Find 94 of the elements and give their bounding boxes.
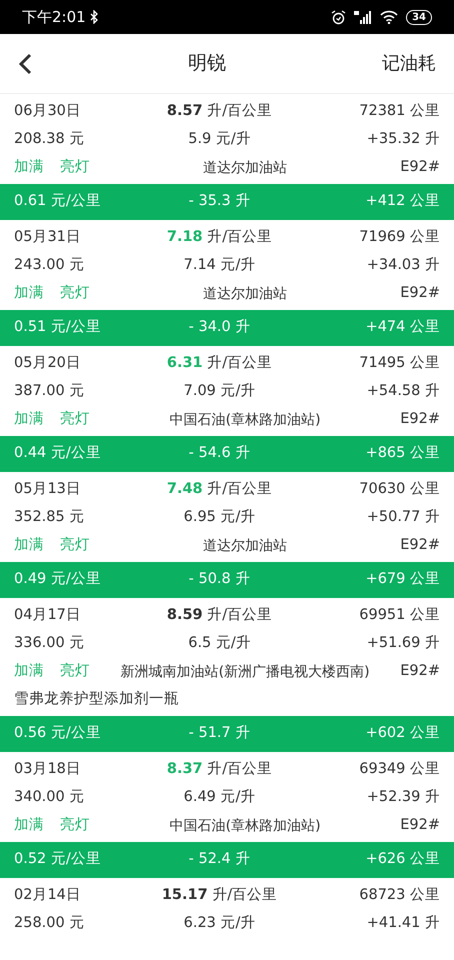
entry-date: 05月13日 xyxy=(14,480,82,500)
distance-text: +865 公里 xyxy=(366,445,440,462)
alarm-icon xyxy=(331,10,346,24)
tag-label: 加满 xyxy=(14,816,44,836)
back-button[interactable] xyxy=(18,52,32,76)
tag-label: 亮灯 xyxy=(60,816,90,836)
tag-label: 亮灯 xyxy=(60,158,90,178)
fuel-added-text: +35.32 升 xyxy=(366,131,440,148)
page-title: 明锐 xyxy=(188,52,226,74)
price-text: 6.95 元/升 xyxy=(184,509,256,526)
note-text: 雪弗龙养护型添加剂一瓶 xyxy=(14,690,179,710)
fuel-grade: E92# xyxy=(400,662,440,682)
cost-text: 243.00 元 xyxy=(14,256,86,276)
tag-label: 加满 xyxy=(14,662,44,682)
consumption-text: 8.59 升/百公里 xyxy=(166,607,272,624)
cost-text: 387.00 元 xyxy=(14,382,86,402)
clock-time: 下午2:01 xyxy=(22,6,86,28)
cost-per-km: 0.51 元/公里 xyxy=(14,319,101,336)
tag-label: 加满 xyxy=(14,536,44,556)
consumption-text: 7.48 升/百公里 xyxy=(166,481,272,498)
odometer-text: 69349 公里 xyxy=(359,761,440,778)
distance-text: +602 公里 xyxy=(366,725,440,742)
fuel-grade: E92# xyxy=(400,536,440,556)
fuel-diff: - 51.7 升 xyxy=(188,725,250,742)
cost-per-km: 0.49 元/公里 xyxy=(14,571,101,588)
odometer-text: 70630 公里 xyxy=(359,481,440,498)
odometer-text: 68723 公里 xyxy=(359,887,440,904)
signal-icon xyxy=(354,10,372,24)
consumption-text: 8.57 升/百公里 xyxy=(166,103,272,120)
tag-label: 亮灯 xyxy=(60,662,90,682)
fuel-diff: - 54.6 升 xyxy=(188,445,250,462)
fuel-added-text: +52.39 升 xyxy=(366,789,440,806)
fuel-diff: - 50.8 升 xyxy=(188,571,250,588)
price-text: 6.23 元/升 xyxy=(184,915,256,932)
consumption-text: 7.18 升/百公里 xyxy=(166,229,272,246)
tag-label: 亮灯 xyxy=(60,410,90,430)
station-name: 道达尔加油站 xyxy=(203,538,288,554)
tag-label: 加满 xyxy=(14,410,44,430)
cost-per-km: 0.44 元/公里 xyxy=(14,445,101,462)
fuel-added-text: +51.69 升 xyxy=(366,635,440,652)
consumption-text: 6.31 升/百公里 xyxy=(166,355,272,372)
distance-text: +679 公里 xyxy=(366,571,440,588)
price-text: 7.14 元/升 xyxy=(184,257,256,274)
price-text: 7.09 元/升 xyxy=(184,383,256,400)
distance-text: +626 公里 xyxy=(366,851,440,868)
bluetooth-icon xyxy=(90,10,99,24)
fuel-added-text: +41.41 升 xyxy=(366,915,440,932)
tag-label: 加满 xyxy=(14,284,44,304)
fuel-added-text: +50.77 升 xyxy=(366,509,440,526)
record-button[interactable]: 记油耗 xyxy=(382,50,436,77)
distance-text: +474 公里 xyxy=(366,319,440,336)
distance-text: +412 公里 xyxy=(366,193,440,210)
entry-date: 03月18日 xyxy=(14,760,82,780)
fuel-grade: E92# xyxy=(400,284,440,304)
entry-date: 04月17日 xyxy=(14,606,82,626)
entry-date: 06月30日 xyxy=(14,102,82,122)
fuel-added-text: +34.03 升 xyxy=(366,257,440,274)
fuel-grade: E92# xyxy=(400,410,440,430)
tag-label: 加满 xyxy=(14,158,44,178)
station-name: 道达尔加油站 xyxy=(203,160,288,176)
odometer-text: 72381 公里 xyxy=(359,103,440,120)
price-text: 6.49 元/升 xyxy=(184,789,256,806)
cost-text: 336.00 元 xyxy=(14,634,86,654)
odometer-text: 69951 公里 xyxy=(359,607,440,624)
cost-per-km: 0.61 元/公里 xyxy=(14,193,101,210)
fuel-grade: E92# xyxy=(400,816,440,836)
entry-date: 05月20日 xyxy=(14,354,82,374)
fuel-added-text: +54.58 升 xyxy=(366,383,440,400)
cost-per-km: 0.52 元/公里 xyxy=(14,851,101,868)
tag-label: 亮灯 xyxy=(60,284,90,304)
odometer-text: 71495 公里 xyxy=(359,355,440,372)
cost-per-km: 0.56 元/公里 xyxy=(14,725,101,742)
price-text: 5.9 元/升 xyxy=(188,131,251,148)
station-name: 中国石油(章林路加油站) xyxy=(170,412,321,428)
fuel-diff: - 34.0 升 xyxy=(188,319,250,336)
station-name: 道达尔加油站 xyxy=(203,286,288,302)
cost-text: 352.85 元 xyxy=(14,508,86,528)
consumption-text: 8.37 升/百公里 xyxy=(166,761,272,778)
fuel-diff: - 35.3 升 xyxy=(188,193,250,210)
fuel-diff: - 52.4 升 xyxy=(188,851,250,868)
cost-text: 340.00 元 xyxy=(14,788,86,808)
battery-level: 34 xyxy=(406,10,432,24)
station-name: 中国石油(章林路加油站) xyxy=(170,818,321,834)
station-name: 新洲城南加油站(新洲广播电视大楼西南) xyxy=(120,664,370,680)
price-text: 6.5 元/升 xyxy=(188,635,251,652)
tag-label: 亮灯 xyxy=(60,536,90,556)
consumption-text: 15.17 升/百公里 xyxy=(162,887,278,904)
cost-text: 208.38 元 xyxy=(14,130,86,150)
entry-date: 02月14日 xyxy=(14,886,82,906)
entry-date: 05月31日 xyxy=(14,228,82,248)
wifi-icon xyxy=(380,10,398,24)
cost-text: 258.00 元 xyxy=(14,914,86,934)
fuel-grade: E92# xyxy=(400,158,440,178)
odometer-text: 71969 公里 xyxy=(359,229,440,246)
